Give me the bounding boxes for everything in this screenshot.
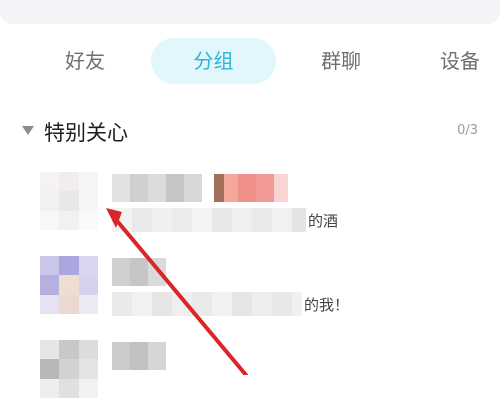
contact-status <box>112 374 114 402</box>
annotation-arrow <box>106 208 248 375</box>
